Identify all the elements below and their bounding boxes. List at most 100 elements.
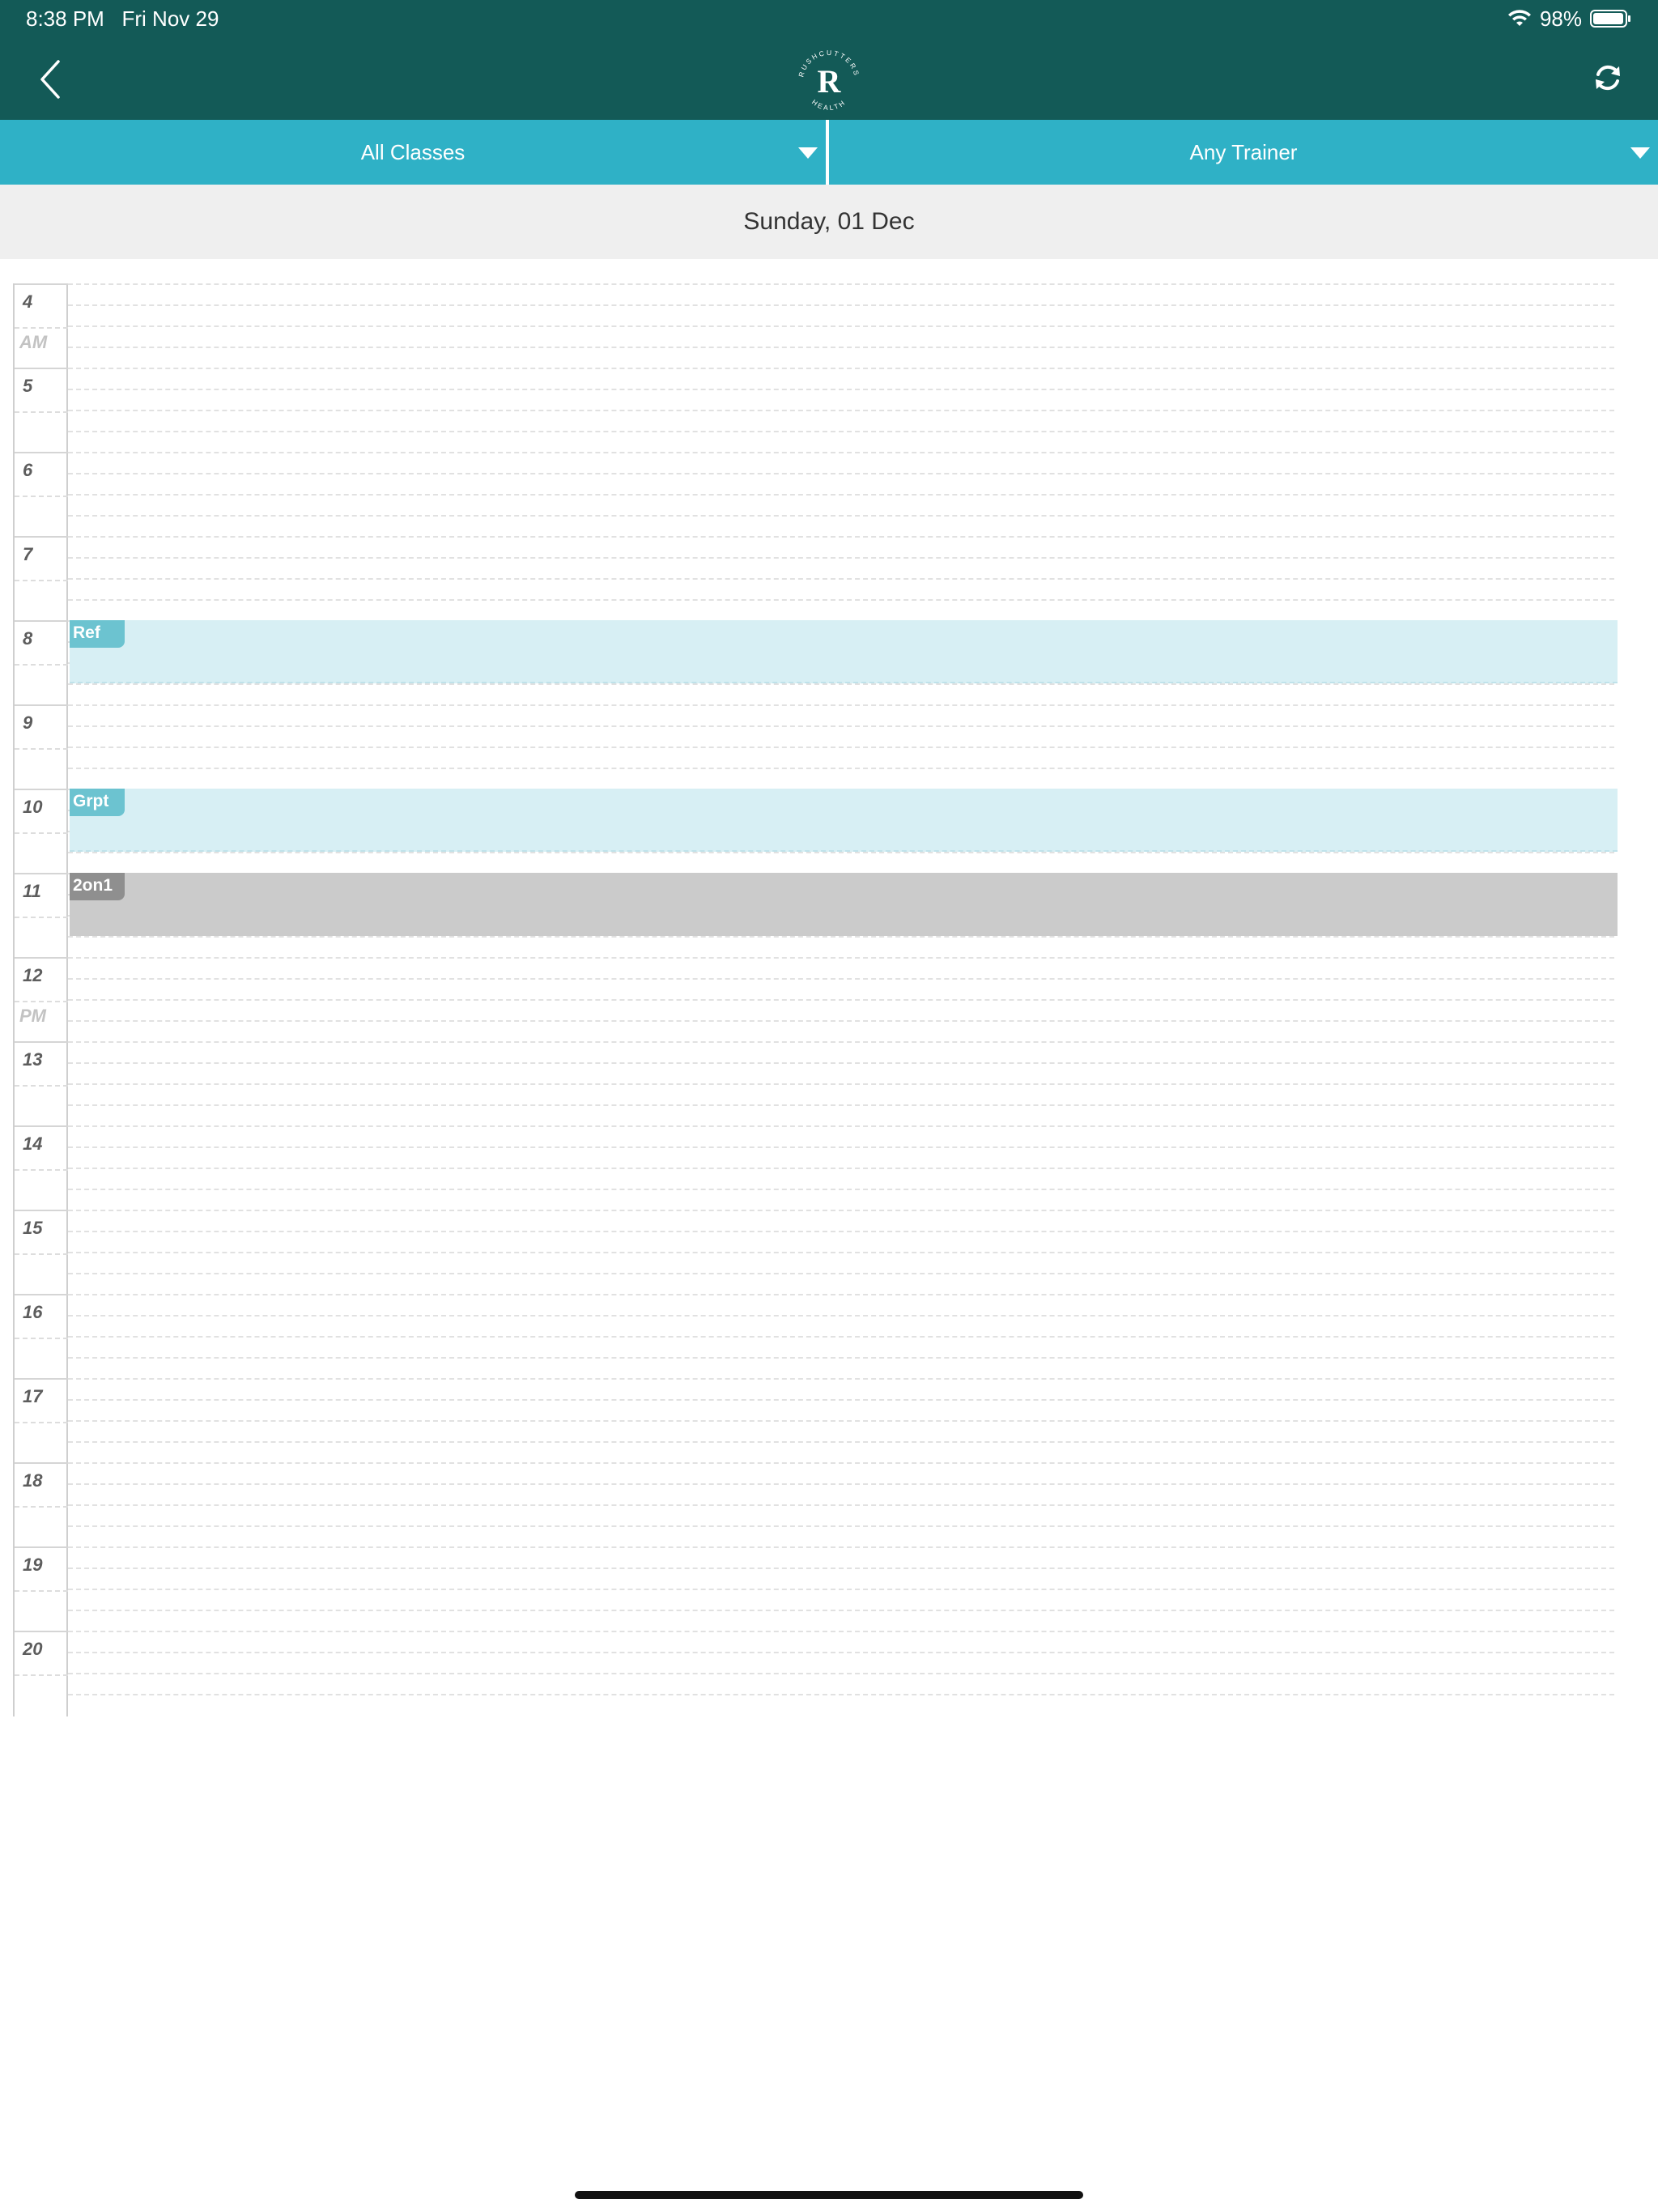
hour-label: 17 — [23, 1386, 43, 1406]
grid-line — [68, 1483, 1614, 1485]
hour-cell: 18 — [15, 1462, 68, 1546]
class-event[interactable]: Ref — [70, 620, 1618, 683]
half-hour-divider — [15, 580, 68, 581]
grid-line — [68, 1336, 1614, 1338]
class-filter-label: All Classes — [360, 139, 466, 164]
grid-line — [68, 1083, 1614, 1085]
grid-line — [68, 683, 1614, 685]
hour-cell: 20 — [15, 1631, 68, 1715]
home-indicator — [575, 2191, 1083, 2199]
battery-icon — [1590, 9, 1632, 28]
grid-line — [68, 347, 1614, 348]
hour-label: 15 — [23, 1218, 43, 1238]
grid-line — [68, 704, 1614, 706]
grid-line — [68, 1610, 1614, 1611]
grid-line — [68, 452, 1614, 453]
half-hour-divider — [15, 1001, 68, 1002]
hour-cell: 7 — [15, 536, 68, 620]
filter-bar: All Classes Any Trainer — [0, 120, 1658, 185]
grid-line — [68, 1673, 1614, 1674]
grid-line — [68, 1189, 1614, 1190]
calendar-grid[interactable]: Ref Grpt 2on1 — [68, 283, 1618, 1716]
grid-line — [68, 936, 1614, 938]
hour-label: 8 — [23, 628, 33, 649]
grid-line — [68, 1231, 1614, 1232]
hour-label: 16 — [23, 1302, 43, 1322]
grid-line — [68, 1168, 1614, 1169]
hour-label: 13 — [23, 1049, 43, 1070]
class-filter-dropdown[interactable]: All Classes — [0, 120, 829, 185]
back-button[interactable] — [32, 57, 71, 102]
half-hour-divider — [15, 411, 68, 413]
hour-cell: 9 — [15, 704, 68, 789]
half-hour-divider — [15, 917, 68, 918]
grid-line — [68, 978, 1614, 980]
hour-label: 9 — [23, 713, 33, 733]
grid-line — [68, 1357, 1614, 1359]
half-hour-divider — [15, 1169, 68, 1171]
grid-line — [68, 1125, 1614, 1127]
half-hour-divider — [15, 1506, 68, 1508]
half-hour-divider — [15, 1338, 68, 1339]
grid-line — [68, 304, 1614, 306]
half-hour-divider — [15, 1253, 68, 1255]
grid-line — [68, 1694, 1614, 1695]
wifi-icon — [1507, 10, 1532, 28]
class-event[interactable]: Grpt — [70, 789, 1618, 852]
grid-line — [68, 515, 1614, 517]
refresh-button[interactable] — [1590, 60, 1626, 96]
grid-line — [68, 578, 1614, 580]
status-time: 8:38 PM Fri Nov 29 — [26, 6, 219, 32]
grid-line — [68, 1210, 1614, 1211]
class-event-label: Ref — [70, 620, 125, 648]
hour-cell: 13 — [15, 1041, 68, 1125]
half-hour-divider — [15, 664, 68, 666]
grid-line — [68, 410, 1614, 411]
grid-line — [68, 852, 1614, 853]
hour-cell: 15 — [15, 1210, 68, 1294]
grid-line — [68, 1315, 1614, 1317]
date-header: Sunday, 01 Dec — [0, 185, 1658, 259]
trainer-filter-dropdown[interactable]: Any Trainer — [829, 120, 1658, 185]
grid-line — [68, 1420, 1614, 1422]
hour-cell: 19 — [15, 1546, 68, 1631]
grid-line — [68, 368, 1614, 369]
hour-label: 18 — [23, 1470, 43, 1491]
hour-label: 20 — [23, 1639, 43, 1659]
grid-line — [68, 1652, 1614, 1653]
class-event[interactable]: 2on1 — [70, 873, 1618, 936]
grid-line — [68, 557, 1614, 559]
day-calendar[interactable]: 4 AM 5 6 7 8 9 10 11 12 PM 13 14 15 16 17 18 19 20 Ref Grpt… — [13, 283, 1619, 1716]
caret-down-icon — [798, 147, 818, 159]
grid-line — [68, 1546, 1614, 1548]
hour-cell: 6 — [15, 452, 68, 536]
grid-line — [68, 1441, 1614, 1443]
status-indicators: 98% — [1507, 6, 1632, 31]
grid-line — [68, 1504, 1614, 1506]
ampm-label: PM — [19, 1006, 46, 1026]
grid-line — [68, 1462, 1614, 1464]
grid-line — [68, 957, 1614, 959]
grid-line — [68, 1568, 1614, 1569]
hour-cell: 16 — [15, 1294, 68, 1378]
hour-label: 6 — [23, 460, 33, 480]
app-header: 8:38 PM Fri Nov 29 98% RUSHCUTTERS HEALT… — [0, 0, 1658, 120]
class-event-label: 2on1 — [70, 873, 125, 900]
grid-line — [68, 1399, 1614, 1401]
status-time-text: 8:38 PM — [26, 6, 104, 31]
hour-cell: 10 — [15, 789, 68, 873]
hour-label: 4 — [23, 291, 33, 312]
grid-line — [68, 536, 1614, 538]
svg-text:HEALTH: HEALTH — [810, 98, 848, 112]
grid-line — [68, 599, 1614, 601]
half-hour-divider — [15, 327, 68, 329]
hour-cell: 4 AM — [15, 283, 68, 368]
trainer-filter-label: Any Trainer — [1189, 139, 1298, 164]
hour-cell: 11 — [15, 873, 68, 957]
grid-line — [68, 1146, 1614, 1148]
hour-label: 5 — [23, 376, 33, 396]
logo-text-bottom: HEALTH — [810, 98, 845, 112]
grid-line — [68, 1631, 1614, 1632]
grid-line — [68, 1062, 1614, 1064]
logo-letter: R — [818, 63, 842, 100]
